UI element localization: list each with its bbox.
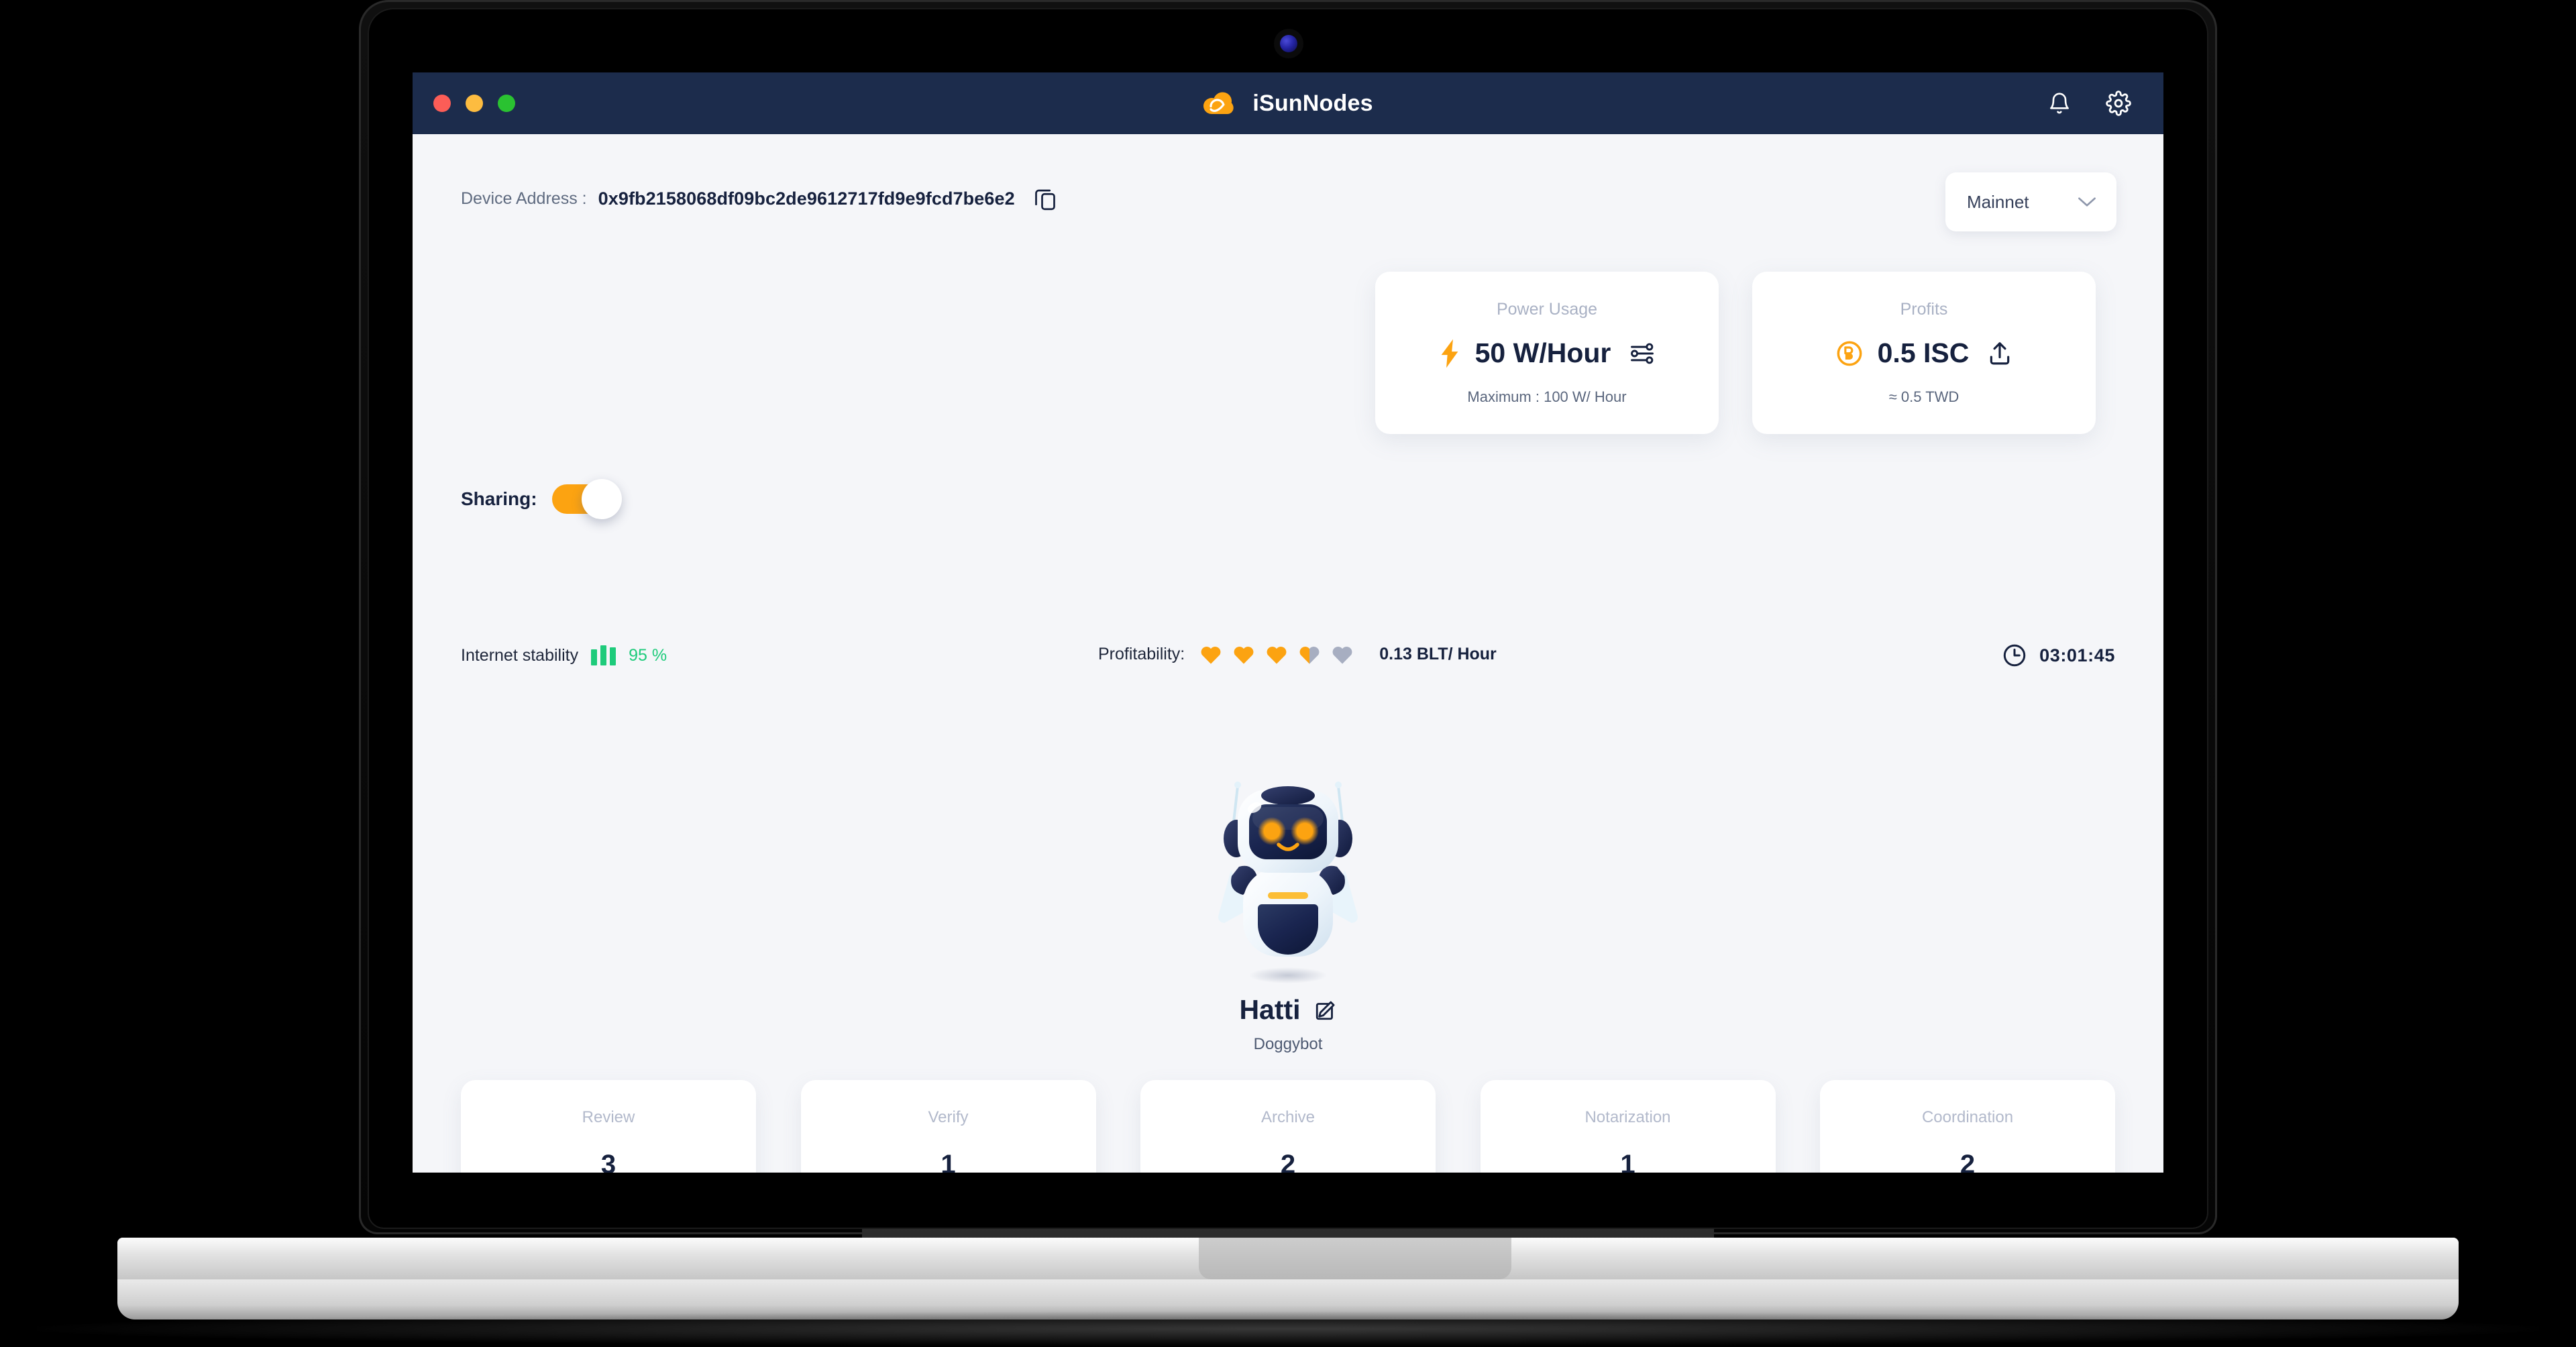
network-selected-value: Mainnet: [1967, 191, 2029, 212]
app-title: iSunNodes: [1252, 90, 1373, 116]
profitability-rating: Profitability: 0.13 BLT/ Hour: [1098, 643, 1497, 665]
heart-icon-full: [1234, 646, 1254, 664]
signal-bars-icon: [591, 645, 616, 665]
device-address-row: Device Address : 0x9fb2158068df09bc2de96…: [461, 186, 1057, 211]
task-cards: Review 3 Verify 1 Archive 2 Notarization…: [461, 1080, 2115, 1173]
sharing-label: Sharing:: [461, 488, 537, 509]
heart-icon-empty: [1332, 646, 1352, 664]
power-usage-value: 50 W/Hour: [1474, 337, 1611, 368]
session-timer-value: 03:01:45: [2039, 645, 2115, 665]
app-screen: iSunNodes Device Address: 0x9fb2158068d…: [413, 72, 2163, 1173]
task-card-coordination[interactable]: Coordination 2: [1820, 1080, 2115, 1173]
cloud-logo-icon: [1203, 92, 1234, 114]
clock-icon: [2003, 644, 2026, 667]
power-usage-card: Power Usage 50 W/Hour Maximum : 100 W/ H…: [1375, 272, 1719, 434]
task-card-label: Verify: [928, 1108, 969, 1126]
sharing-control: Sharing:: [461, 479, 622, 519]
profits-title: Profits: [1900, 300, 1948, 319]
heart-icon-full: [1267, 646, 1287, 664]
edit-pencil-icon[interactable]: [1314, 999, 1337, 1022]
window-traffic-lights[interactable]: [433, 95, 515, 112]
minimize-window-button[interactable]: [466, 95, 483, 112]
titlebar-actions: [2048, 91, 2131, 116]
network-select[interactable]: Mainnet: [1945, 172, 2116, 231]
bot-section: Hatti Doggybot: [413, 766, 2163, 1054]
maximize-window-button[interactable]: [498, 95, 515, 112]
gear-icon[interactable]: [2106, 91, 2131, 116]
copy-icon[interactable]: [1034, 186, 1057, 211]
profitability-hearts: [1199, 643, 1354, 665]
power-usage-main: 50 W/Hour: [1439, 337, 1656, 369]
bot-type: Doggybot: [1253, 1035, 1323, 1053]
profits-main: 0.5 ISC: [1836, 337, 2012, 369]
status-strip: Internet stability 95 % Profitability: 0…: [413, 645, 2163, 678]
profitability-rate: 0.13 BLT/ Hour: [1379, 644, 1497, 663]
robot-mascot-icon: [1218, 782, 1358, 983]
bot-name: Hatti: [1239, 994, 1301, 1025]
internet-stability-label: Internet stability: [461, 645, 579, 665]
task-card-label: Archive: [1260, 1108, 1316, 1126]
profitability-label: Profitability:: [1098, 644, 1185, 663]
task-card-label: Review: [582, 1108, 635, 1126]
task-card-label: Coordination: [1921, 1108, 2014, 1126]
device-address-value: 0x9fb2158068df09bc2de9612717fd9e9fcd7be6…: [598, 188, 1015, 209]
sharing-toggle-knob: [581, 479, 622, 519]
task-card-value: 2: [1960, 1149, 1976, 1173]
task-card-review[interactable]: Review 3: [461, 1080, 756, 1173]
share-upload-icon[interactable]: [1988, 341, 2012, 366]
lightning-bolt-icon: [1441, 339, 1458, 368]
profits-card: Profits 0.5 ISC ≈ 0.5 TWD: [1752, 272, 2096, 434]
task-card-archive[interactable]: Archive 2: [1140, 1080, 1436, 1173]
internet-stability-value: 95 %: [629, 645, 667, 665]
app-brand: iSunNodes: [1203, 91, 1373, 117]
sliders-icon[interactable]: [1629, 342, 1655, 365]
bell-icon[interactable]: [2048, 91, 2071, 115]
chevron-down-icon: [2078, 197, 2096, 207]
bot-name-row: Hatti: [1239, 994, 1336, 1026]
webcam-icon: [1280, 35, 1297, 52]
task-card-value: 1: [1620, 1149, 1635, 1173]
task-card-value: 3: [600, 1149, 616, 1173]
screenshot-stage: iSunNodes Device Address: 0x9fb2158068d…: [0, 0, 2576, 1347]
session-timer: 03:01:45: [2002, 643, 2115, 668]
power-usage-sub: Maximum : 100 W/ Hour: [1467, 388, 1627, 405]
laptop-base-notch: [1199, 1238, 1511, 1279]
internet-stability: Internet stability 95 %: [461, 645, 667, 665]
sharing-toggle[interactable]: [551, 479, 622, 519]
device-address-label: Device Address :: [461, 188, 587, 208]
profits-value: 0.5 ISC: [1877, 337, 1970, 368]
heart-icon-full: [1201, 646, 1221, 664]
profits-sub: ≈ 0.5 TWD: [1888, 388, 1960, 405]
laptop-shadow: [37, 1311, 2539, 1346]
coin-icon: [1837, 341, 1862, 366]
app-titlebar: iSunNodes: [413, 72, 2163, 134]
task-card-value: 2: [1280, 1149, 1296, 1173]
task-card-verify[interactable]: Verify 1: [800, 1080, 1096, 1173]
heart-icon-half: [1299, 646, 1320, 664]
task-card-value: 1: [941, 1149, 956, 1173]
app-content: Device Address : 0x9fb2158068df09bc2de96…: [413, 134, 2163, 1173]
close-window-button[interactable]: [433, 95, 451, 112]
task-card-notarization[interactable]: Notarization 1: [1480, 1080, 1776, 1173]
power-usage-title: Power Usage: [1496, 300, 1598, 319]
task-card-label: Notarization: [1585, 1108, 1671, 1126]
